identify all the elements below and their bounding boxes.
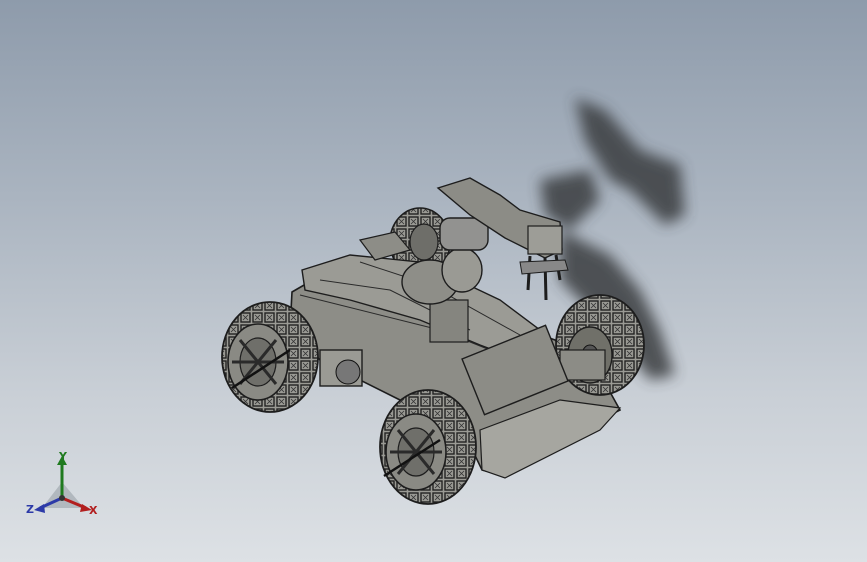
x-axis-label: X	[89, 504, 98, 517]
y-axis-label: Y	[59, 450, 67, 463]
triad-graphic	[34, 456, 92, 513]
wheel-right	[555, 294, 645, 396]
wheel-front-right	[379, 389, 477, 505]
z-axis-label: Z	[26, 503, 34, 516]
model-render[interactable]	[0, 0, 867, 562]
coordinate-triad[interactable]: Y Z X	[22, 446, 112, 526]
graphics-viewport[interactable]: Y Z X	[0, 0, 867, 562]
